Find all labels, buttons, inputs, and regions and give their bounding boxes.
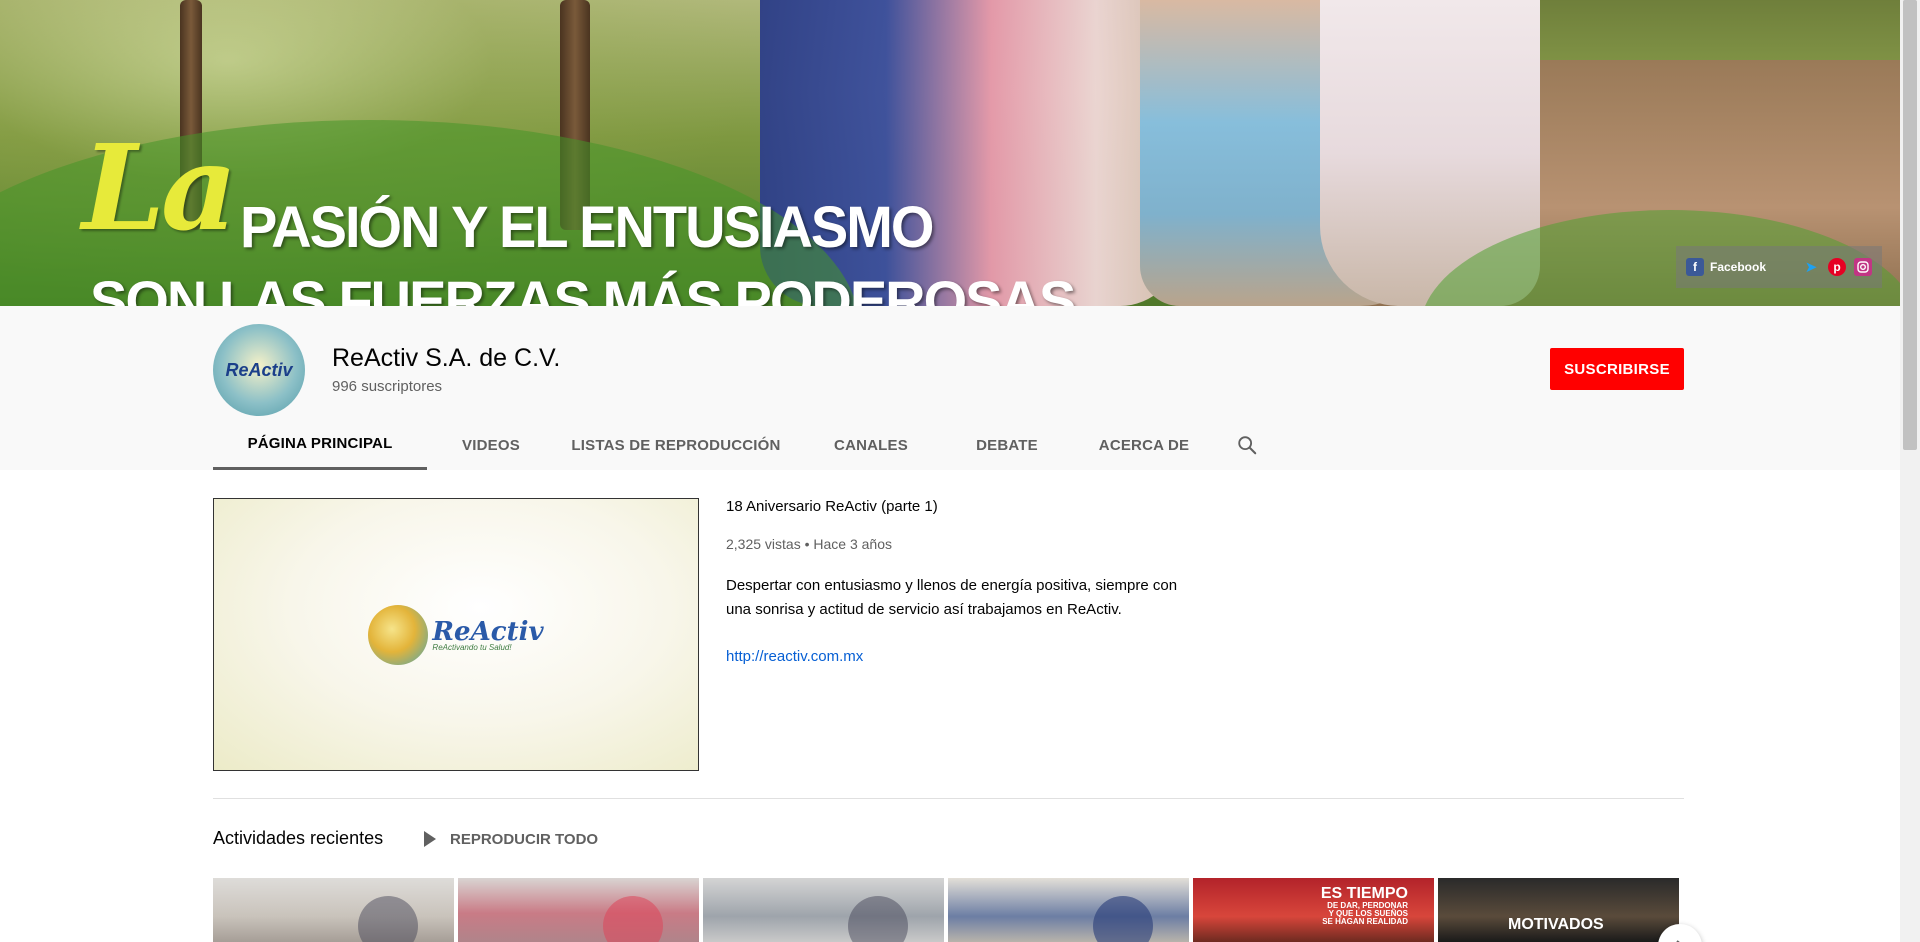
video-shelf: ES TIEMPO DE DAR, PERDONAR Y QUE LOS SUE… <box>213 878 1684 942</box>
subscribe-button[interactable]: SUSCRIBIRSE <box>1550 348 1684 390</box>
avatar-logo-text: ReActiv <box>225 359 293 380</box>
subscriber-count: 996 suscriptores <box>332 378 443 395</box>
play-all-button[interactable]: REPRODUCIR TODO <box>424 824 598 854</box>
featured-video-description: Despertar con entusiasmo y llenos de ene… <box>726 577 1178 618</box>
channel-tabs: PÁGINA PRINCIPAL VIDEOS LISTAS DE REPROD… <box>213 420 1275 470</box>
facebook-link[interactable]: f Facebook <box>1686 258 1766 276</box>
search-icon <box>1238 436 1257 455</box>
thumbnail-caption-big: ES TIEMPO <box>1320 885 1408 902</box>
banner-social-links: f Facebook ➤ p <box>1676 246 1882 288</box>
featured-video-title[interactable]: 18 Aniversario ReActiv (parte 1) <box>726 498 938 515</box>
reactiv-logo: ReActiv ReActivando tu Salud! <box>368 604 544 665</box>
facebook-label: Facebook <box>1710 260 1767 274</box>
shelf-title[interactable]: Actividades recientes <box>213 828 383 849</box>
tab-videos[interactable]: VIDEOS <box>427 420 555 470</box>
thumbnail-caption-small: SE HAGAN REALIDAD <box>1322 917 1408 926</box>
channel-header: ReActiv ReActiv S.A. de C.V. 996 suscrip… <box>0 306 1900 470</box>
channel-search-button[interactable] <box>1219 420 1275 470</box>
video-thumbnail[interactable]: MOTIVADOS <box>1438 878 1679 942</box>
play-all-label: REPRODUCIR TODO <box>450 830 599 848</box>
banner-headline-line1: PASIÓN Y EL ENTUSIASMO <box>240 193 934 260</box>
video-thumbnail[interactable] <box>213 878 454 942</box>
thumbnail-figure <box>602 896 663 942</box>
video-thumbnail[interactable]: ES TIEMPO DE DAR, PERDONAR Y QUE LOS SUE… <box>1193 878 1434 942</box>
tab-home[interactable]: PÁGINA PRINCIPAL <box>213 420 427 470</box>
thumbnail-caption: ES TIEMPO DE DAR, PERDONAR Y QUE LOS SUE… <box>1321 886 1408 926</box>
chevron-right-icon <box>1676 940 1680 942</box>
pinterest-icon[interactable]: p <box>1828 258 1846 276</box>
channel-banner: La PASIÓN Y EL ENTUSIASMO SON LAS FUERZA… <box>0 0 1900 306</box>
reactiv-logo-emblem <box>368 604 429 665</box>
scrollbar-thumb[interactable] <box>1903 0 1917 450</box>
channel-name: ReActiv S.A. de C.V. <box>332 344 561 372</box>
youtube-channel-page: La PASIÓN Y EL ENTUSIASMO SON LAS FUERZA… <box>0 0 1920 942</box>
video-thumbnail[interactable] <box>703 878 944 942</box>
banner-headline-line2: SON LAS FUERZAS MÁS PODEROSAS <box>90 269 1076 306</box>
facebook-icon: f <box>1686 258 1704 276</box>
featured-video-link[interactable]: http://reactiv.com.mx <box>726 648 863 665</box>
twitter-icon[interactable]: ➤ <box>1802 258 1820 276</box>
thumbnail-figure <box>357 896 418 942</box>
thumbnail-figure <box>1092 896 1153 942</box>
play-icon <box>424 831 436 847</box>
video-thumbnail[interactable] <box>458 878 699 942</box>
tab-playlists[interactable]: LISTAS DE REPRODUCCIÓN <box>555 420 797 470</box>
featured-video-meta: 2,325 vistas • Hace 3 años <box>726 536 892 552</box>
avatar[interactable]: ReActiv <box>213 324 305 416</box>
tab-discussion[interactable]: DEBATE <box>945 420 1069 470</box>
banner-script-word: La <box>82 118 237 257</box>
section-divider <box>213 798 1684 799</box>
tab-about[interactable]: ACERCA DE <box>1069 420 1219 470</box>
thumbnail-caption: MOTIVADOS <box>1508 916 1604 933</box>
video-thumbnail[interactable] <box>948 878 1189 942</box>
thumbnail-figure <box>847 896 908 942</box>
featured-video-thumbnail[interactable]: ReActiv ReActivando tu Salud! <box>213 498 699 771</box>
tab-channels[interactable]: CANALES <box>797 420 945 470</box>
channel-home-content: ReActiv ReActivando tu Salud! 18 Anivers… <box>0 470 1900 942</box>
instagram-icon[interactable] <box>1854 258 1872 276</box>
